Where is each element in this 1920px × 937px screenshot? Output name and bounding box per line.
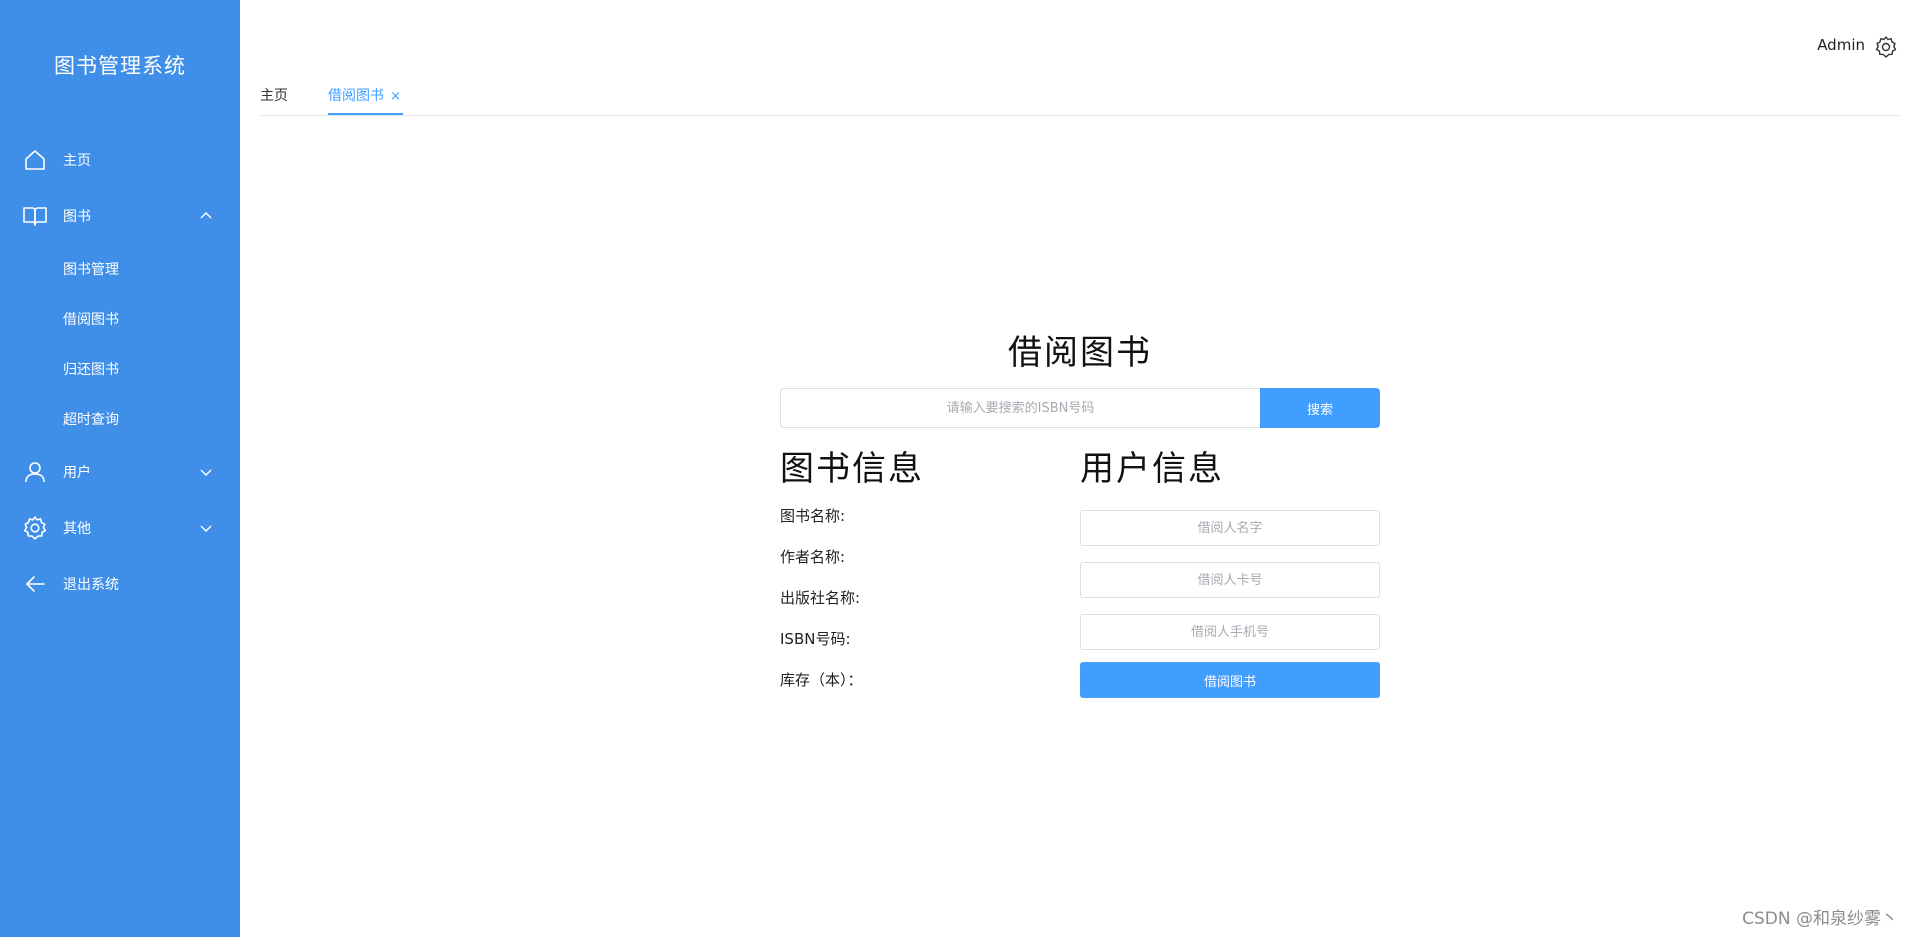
book-info-section: 图书信息 图书名称: 作者名称: 出版社名称: ISBN号码: 库存（本）： [780,448,1060,701]
app-root: 图书管理系统 主页 图书 图书管理 借阅图书 归还图书 超时查询 用户 其他 退… [0,0,1920,937]
watermark: CSDN @和泉纱雾丶 [1742,909,1898,929]
header-username[interactable]: Admin [1817,36,1865,54]
sidebar-subitem-overdue-query[interactable]: 超时查询 [0,394,240,444]
user-info-title: 用户信息 [1080,449,1224,489]
sidebar-item-users[interactable]: 用户 [0,444,240,500]
search-button[interactable]: 搜索 [1260,388,1380,428]
sidebar-subitem-book-manage[interactable]: 图书管理 [0,244,240,294]
tab-borrow-book[interactable]: 借阅图书 × [328,82,403,115]
borrower-name-field[interactable] [1080,510,1380,546]
publisher-name-label: 出版社名称: [780,589,861,607]
tab-home[interactable]: 主页 [260,82,288,115]
sidebar-item-label: 其他 [63,521,91,537]
book-name-label: 图书名称: [780,507,846,525]
sidebar-subitem-return-book[interactable]: 归还图书 [0,344,240,394]
arrow-left-icon [22,571,48,597]
sidebar-item-home[interactable]: 主页 [0,132,240,188]
chevron-up-icon [200,212,212,219]
sidebar-subitem-borrow-book[interactable]: 借阅图书 [0,294,240,344]
info-columns: 图书信息 图书名称: 作者名称: 出版社名称: ISBN号码: 库存（本）： 用… [780,448,1380,708]
page-title: 借阅图书 [1008,333,1152,373]
chevron-down-icon [200,525,212,532]
borrower-card-field[interactable] [1080,562,1380,598]
book-info-list: 图书名称: 作者名称: 出版社名称: ISBN号码: 库存（本）： [780,496,1060,701]
settings-gear-icon[interactable] [1874,35,1898,59]
sidebar-menu: 主页 图书 图书管理 借阅图书 归还图书 超时查询 用户 其他 退出系统 [0,132,240,612]
borrow-submit-button[interactable]: 借阅图书 [1080,662,1380,698]
isbn-search-input[interactable] [780,388,1260,428]
sidebar-item-logout[interactable]: 退出系统 [0,556,240,612]
sidebar-item-label: 图书 [63,209,91,225]
search-bar: 搜索 [780,388,1380,428]
user-icon [22,459,48,485]
tab-label: 主页 [260,88,288,104]
stock-label: 库存（本）： [780,671,863,689]
book-icon [22,203,48,229]
borrower-phone-field[interactable] [1080,614,1380,650]
tab-bar: 主页 借阅图书 × [260,82,1900,116]
gear-icon [22,515,48,541]
sidebar-item-other[interactable]: 其他 [0,500,240,556]
sidebar-item-books[interactable]: 图书 [0,188,240,244]
sidebar-item-label: 主页 [63,153,91,169]
user-info-fields: 借阅图书 [1080,510,1380,698]
user-info-section: 用户信息 借阅图书 [1080,448,1380,698]
author-name-label: 作者名称: [780,548,846,566]
app-title: 图书管理系统 [54,54,186,78]
chevron-down-icon [200,469,212,476]
close-icon[interactable]: × [390,89,401,104]
isbn-label: ISBN号码: [780,630,851,648]
book-info-title: 图书信息 [780,449,924,489]
sidebar: 图书管理系统 主页 图书 图书管理 借阅图书 归还图书 超时查询 用户 其他 退… [0,0,240,937]
sidebar-item-label: 退出系统 [63,577,119,593]
home-icon [22,147,48,173]
borrow-form: 借阅图书 搜索 图书信息 图书名称: 作者名称: 出版社名称: ISBN号码: … [780,330,1380,708]
sidebar-item-label: 用户 [63,465,91,481]
tab-label: 借阅图书 [328,88,384,104]
